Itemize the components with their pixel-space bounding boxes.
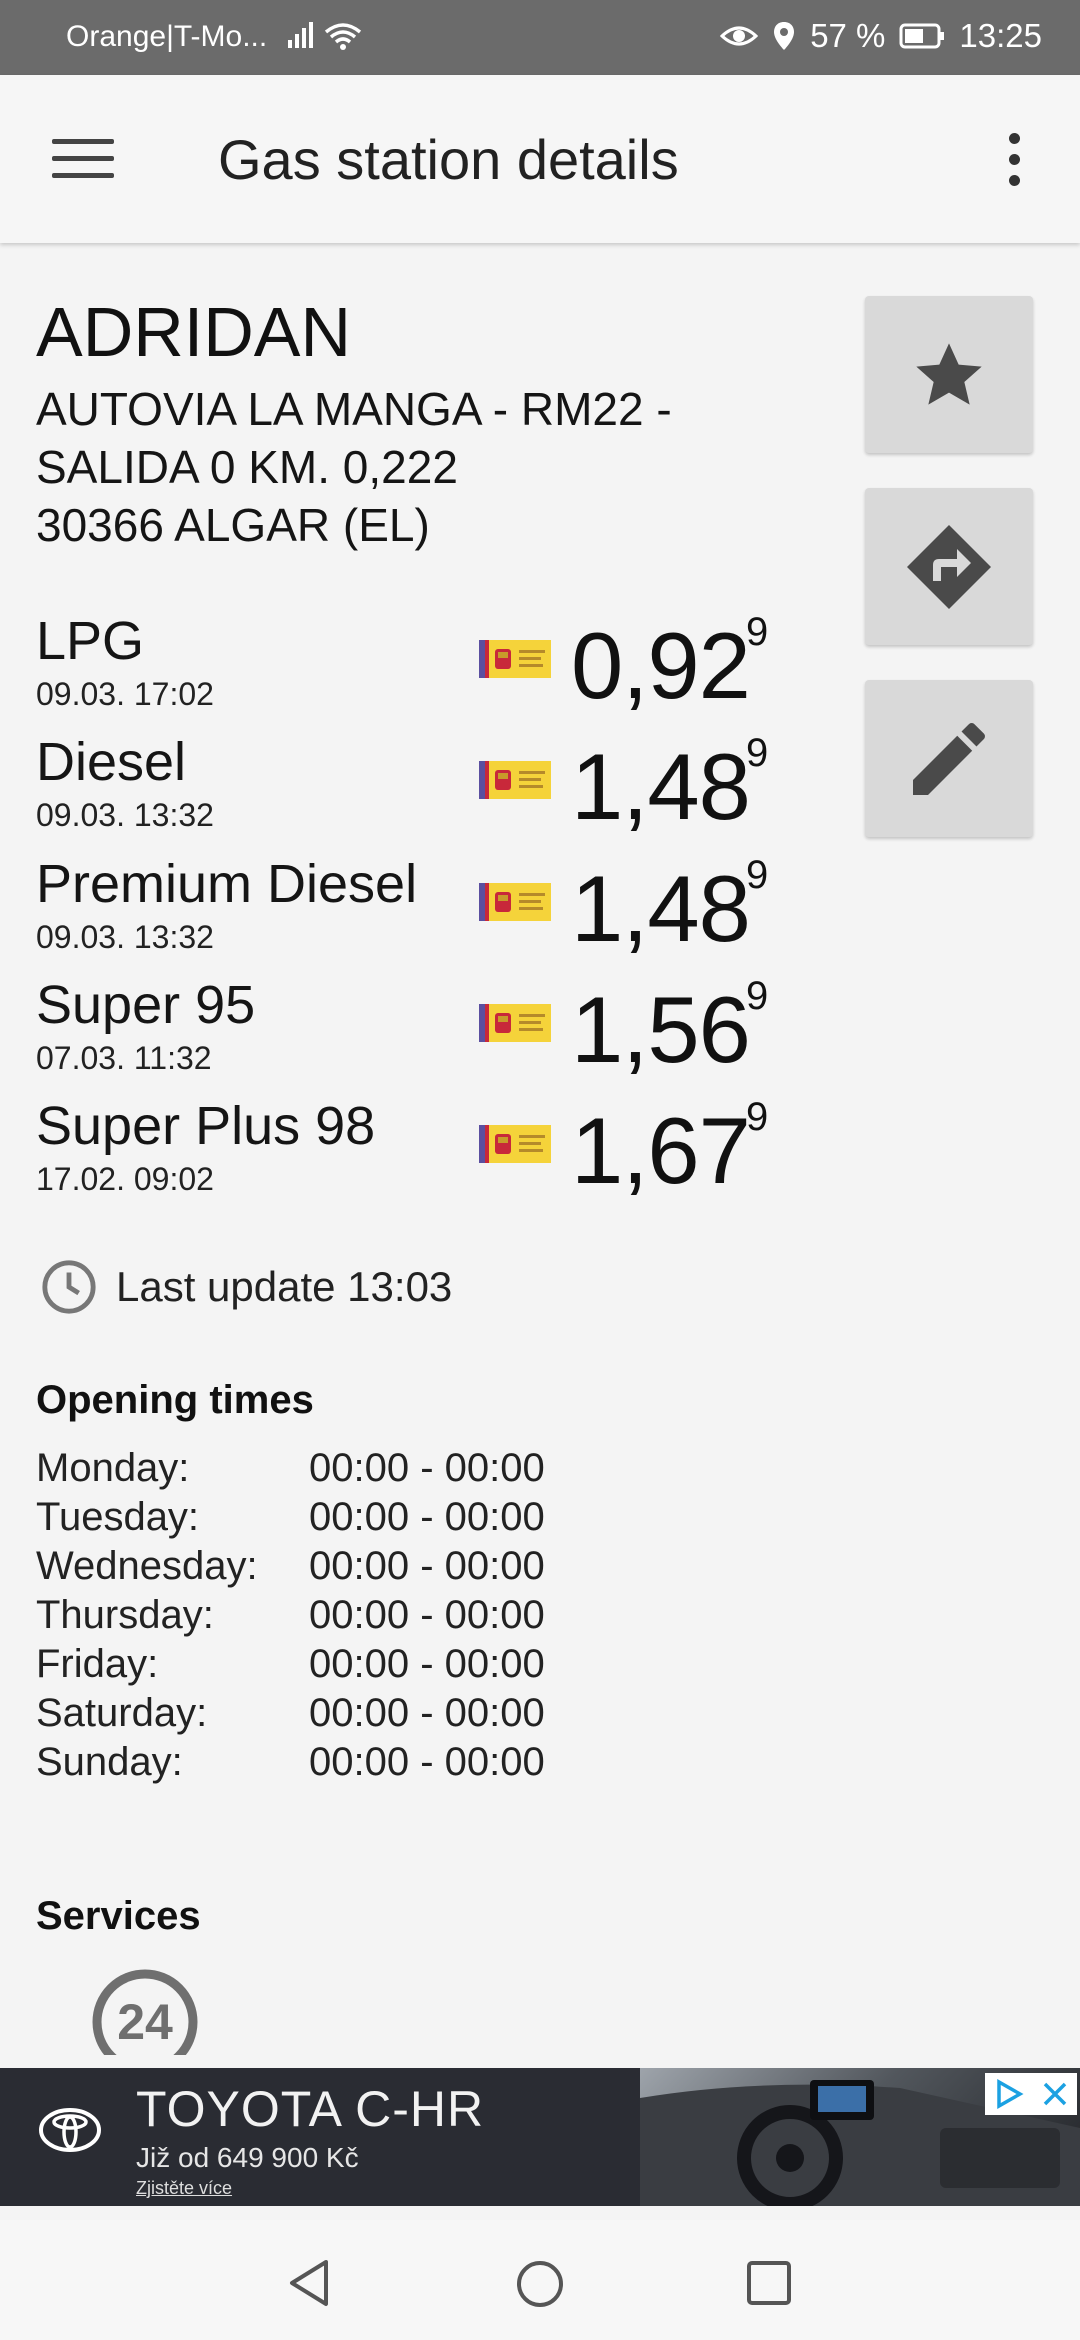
spain-flag-icon [479,761,551,799]
back-icon[interactable] [286,2258,332,2308]
clock: 13:25 [959,17,1042,54]
weekday: Thursday: [36,1593,214,1637]
spain-flag-icon [479,1125,551,1163]
last-update: Last update 13:03 [40,1258,452,1316]
fuel-date: 09.03. 13:32 [36,919,214,955]
battery-percent: 57 % [810,17,886,54]
page-title: Gas station details [218,128,679,191]
ad-cta-link[interactable]: Zjistěte více [136,2178,232,2199]
star-icon [916,342,982,405]
weekday: Wednesday: [36,1544,258,1588]
fuel-price: 0,92 [571,613,751,718]
fuel-row: Diesel 09.03. 13:32 1,48 9 [36,731,786,841]
opening-times-row: Thursday: 00:00 - 00:00 [36,1591,545,1640]
fuel-row: Super Plus 98 17.02. 09:02 1,67 9 [36,1095,786,1205]
opening-times-row: Friday: 00:00 - 00:00 [36,1640,545,1689]
weekday: Monday: [36,1446,190,1490]
weekday: Tuesday: [36,1495,200,1539]
opening-times-row: Wednesday: 00:00 - 00:00 [36,1542,545,1591]
hours-range: 00:00 - 00:00 [309,1544,545,1588]
hours-range: 00:00 - 00:00 [309,1495,545,1539]
services-heading: Services [36,1894,201,1938]
clock-icon [42,1260,96,1314]
fuel-price: 1,48 [571,856,751,961]
directions-button[interactable] [865,488,1033,645]
ad-banner[interactable]: TOYOTA C-HR Již od 649 900 Kč Zjistěte v… [0,2068,1080,2206]
fuel-price-tenth: 9 [746,1095,769,1139]
carrier-label: Orange|T-Mo... [66,20,268,53]
fuel-date: 17.02. 09:02 [36,1161,214,1197]
status-bar: Orange|T-Mo... 57 % 13:25 [0,0,1080,75]
address-line: AUTOVIA LA MANGA - RM22 - [36,383,672,435]
weekday: Sunday: [36,1740,183,1784]
opening-times-row: Sunday: 00:00 - 00:00 [36,1738,545,1787]
more-options-icon[interactable] [1005,133,1023,196]
signal-wifi-icons [286,18,376,60]
fuel-price-tenth: 9 [746,610,769,654]
edit-button[interactable] [865,680,1033,837]
fuel-price: 1,56 [571,977,751,1082]
location-icon [774,22,795,50]
fuel-price: 1,67 [571,1098,751,1203]
hours-range: 00:00 - 00:00 [309,1593,545,1637]
fuel-row: Premium Diesel 09.03. 13:32 1,48 9 [36,853,786,963]
menu-icon[interactable] [52,139,114,179]
hours-range: 00:00 - 00:00 [309,1446,545,1490]
fuel-date: 09.03. 17:02 [36,676,214,712]
opening-times-row: Saturday: 00:00 - 00:00 [36,1689,545,1738]
system-nav-bar [0,2220,1080,2340]
fuel-name: Super Plus 98 [36,1096,376,1156]
fuel-row: Super 95 07.03. 11:32 1,56 9 [36,974,786,1084]
app-bar: Gas station details [0,75,1080,243]
ad-price: Již od 649 900 Kč [136,2142,359,2173]
hours-range: 00:00 - 00:00 [309,1691,545,1735]
adchoices-icon[interactable] [994,2079,1024,2109]
hours-range: 00:00 - 00:00 [309,1740,545,1784]
spain-flag-icon [479,640,551,678]
spain-flag-icon [479,883,551,921]
opening-times-row: Monday: 00:00 - 00:00 [36,1444,545,1493]
fuel-price-tenth: 9 [746,853,769,897]
ad-title: TOYOTA C-HR [136,2081,485,2137]
open-24h-icon: 24 [90,1967,200,2055]
eye-icon [720,26,759,46]
weekday: Saturday: [36,1691,208,1735]
fuel-price: 1,48 [571,734,751,839]
fuel-price-tenth: 9 [746,731,769,775]
recents-icon[interactable] [746,2260,792,2306]
station-name: ADRIDAN [36,293,352,371]
hours-range: 00:00 - 00:00 [309,1642,545,1686]
toyota-logo-icon [39,2108,101,2152]
opening-times-row: Tuesday: 00:00 - 00:00 [36,1493,545,1542]
fuel-row: LPG 09.03. 17:02 0,92 9 [36,610,786,720]
ad-choices[interactable] [985,2073,1077,2115]
weekday: Friday: [36,1642,159,1686]
last-update-text: Last update 13:03 [116,1263,453,1310]
station-address: AUTOVIA LA MANGA - RM22 - SALIDA 0 KM. 0… [36,380,672,554]
opening-times-table: Monday: 00:00 - 00:00 Tuesday: 00:00 - 00:0… [36,1444,545,1787]
fuel-date: 07.03. 11:32 [36,1040,212,1076]
directions-icon [907,524,991,609]
fuel-name: LPG [36,611,145,671]
fuel-price-tenth: 9 [746,974,769,1018]
close-icon[interactable] [1041,2080,1069,2108]
pencil-icon [913,722,985,795]
favorite-button[interactable] [865,296,1033,453]
fuel-date: 09.03. 13:32 [36,797,214,833]
opening-times-heading: Opening times [36,1378,314,1422]
spain-flag-icon [479,1004,551,1042]
battery-icon [899,23,945,49]
address-line: SALIDA 0 KM. 0,222 [36,441,458,493]
open-24h-label: 24 [117,1994,173,2050]
fuel-name: Super 95 [36,975,256,1035]
address-line: 30366 ALGAR (EL) [36,499,430,551]
fuel-name: Premium Diesel [36,854,418,914]
home-icon[interactable] [515,2259,565,2309]
fuel-name: Diesel [36,732,187,792]
